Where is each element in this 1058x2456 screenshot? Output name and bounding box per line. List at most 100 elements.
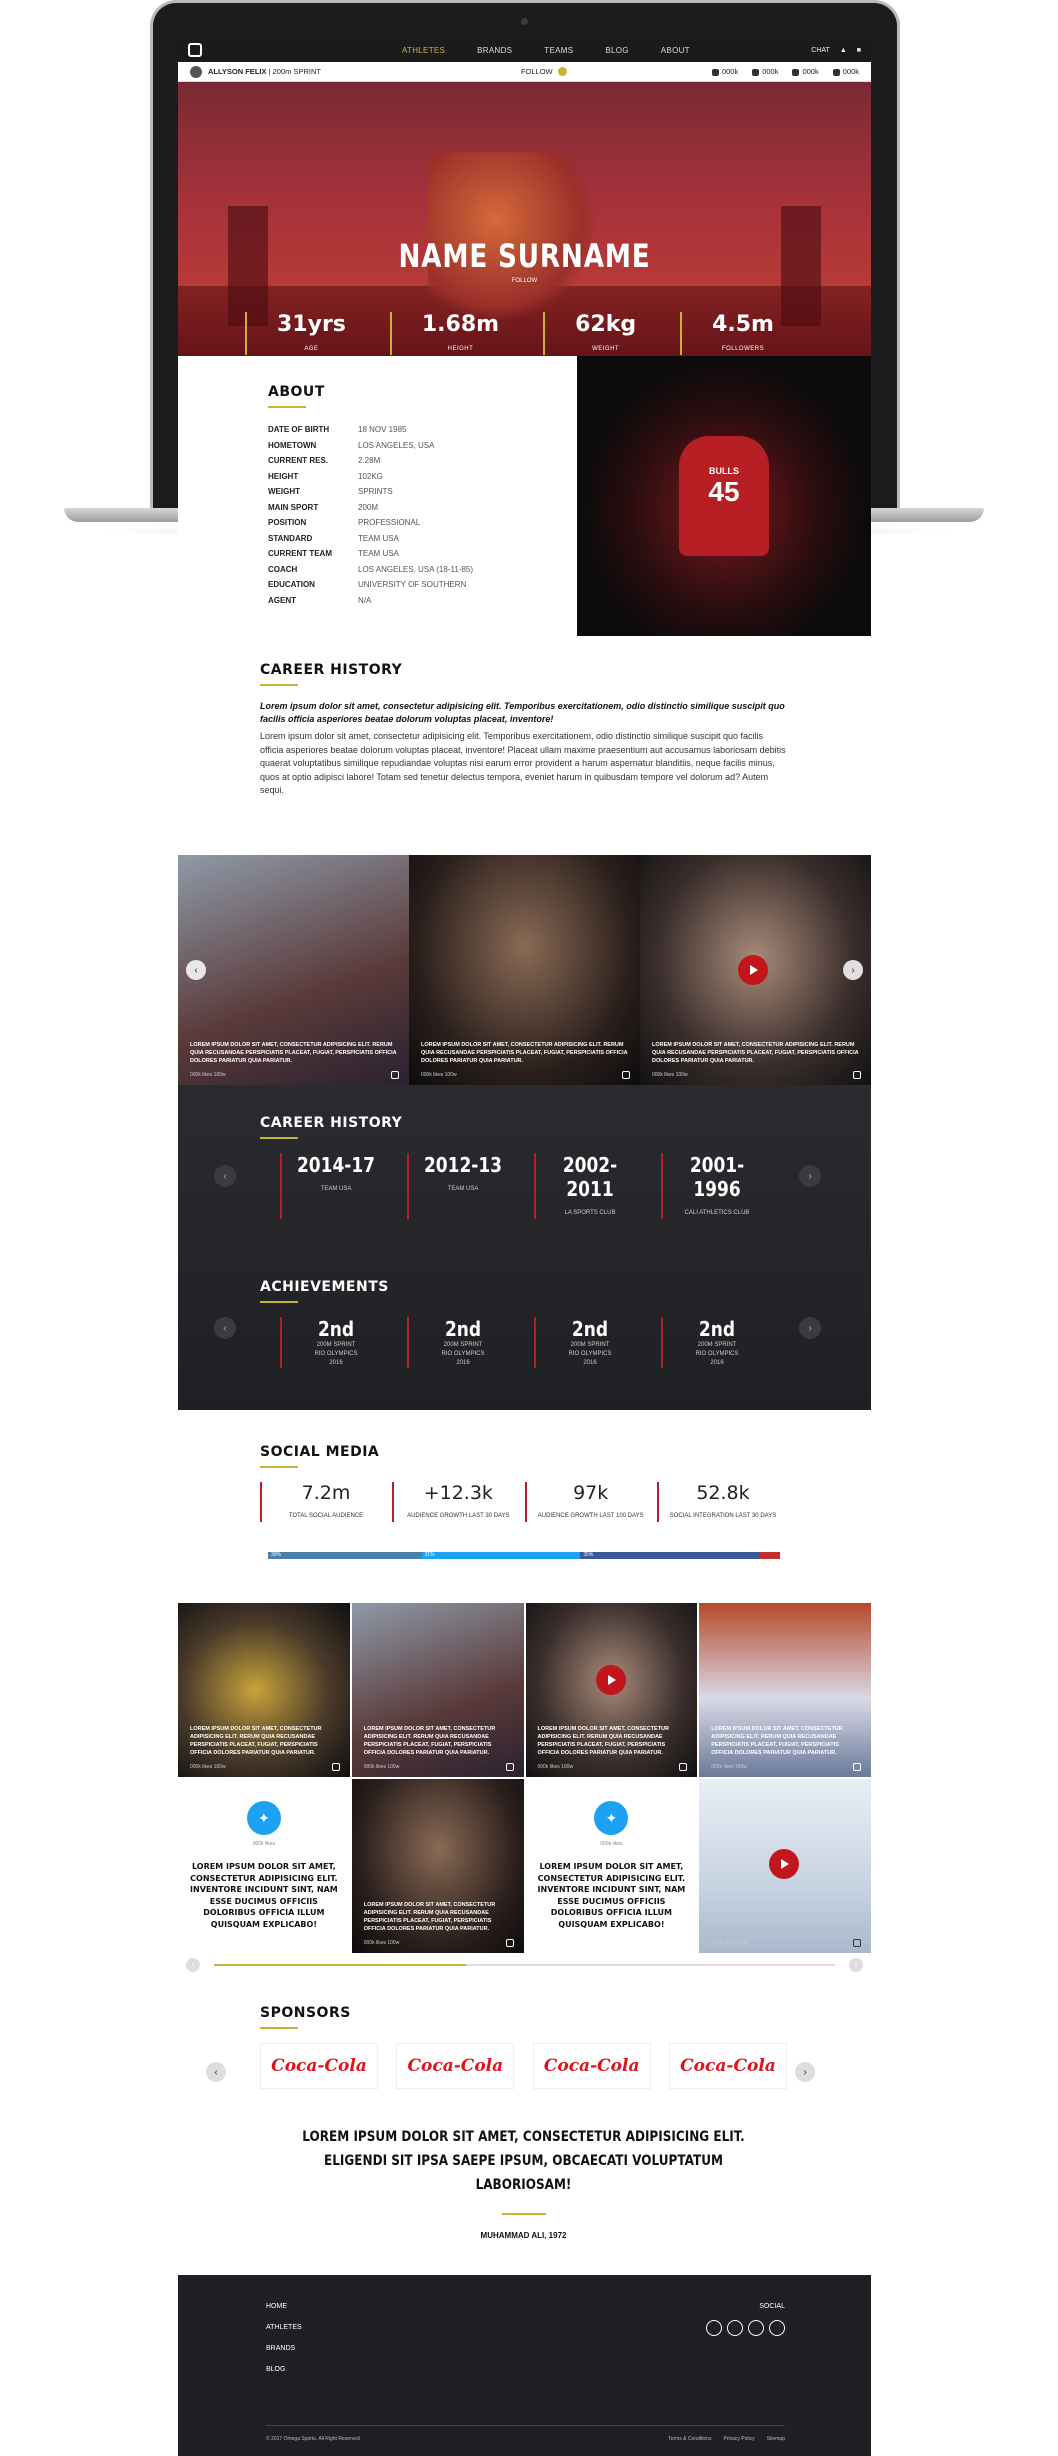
stat-value: 4.5m [712,312,774,337]
about-value: UNIVERSITY OF SOUTHERN [358,580,467,589]
tweet-card[interactable]: ✦ 000k likes LOREM IPSUM DOLOR SIT AMET,… [178,1779,350,1953]
athlete-name: ALLYSON FELIX [208,67,267,76]
timeline-next-button[interactable]: › [799,1165,821,1187]
timeline-item: 2012-13 TEAM USA [407,1153,517,1219]
about-row: DATE OF BIRTH 18 NOV 1985 [268,422,528,438]
social-stats: 7.2m TOTAL SOCIAL AUDIENCE +12.3k AUDIENCE… [260,1482,787,1522]
achievement-year: 2016 [456,1360,470,1366]
carousel-next-button[interactable]: › [843,960,863,980]
tile-meta: 000k likes 100w [421,1072,457,1078]
achievement-place: 2nd [571,1317,609,1341]
social-stat: 52.8k SOCIAL INTEGRATION LAST 30 DAYS [656,1482,787,1522]
chat-link[interactable]: CHAT [811,47,830,54]
nav-about[interactable]: ABOUT [661,46,690,55]
instagram-icon[interactable] [748,2320,764,2336]
facebook-count[interactable]: 000k [832,67,859,76]
stat-weight: 62kg WEIGHT [543,312,666,355]
achievements-next-button[interactable]: › [799,1317,821,1339]
achievement-event: 200M SPRINT [443,1342,483,1348]
sponsor-logo[interactable]: Coca-Cola [532,2043,651,2089]
achievement-place: 2nd [444,1317,482,1341]
feed-tile[interactable]: LOREM IPSUM DOLOR SIT AMET, CONSECTETUR … [699,1603,871,1777]
copyright: © 2017 Omega Sports. All Right Reserved [266,2436,360,2442]
about-key: AGENT [268,595,296,605]
sponsor-logo[interactable]: Coca-Cola [260,2043,378,2089]
feed-tile[interactable]: LOREM IPSUM DOLOR SIT AMET, CONSECTETUR … [525,1603,698,1777]
about-key: CURRENT TEAM [268,549,332,558]
bell-icon[interactable]: ▲ [840,47,847,54]
feed-tile[interactable]: 000k likes 100w [699,1779,871,1953]
footer-social-title: SOCIAL [759,2303,785,2310]
title-underline [260,2027,298,2029]
about-value: 102KG [358,471,383,481]
social-stat: +12.3k AUDIENCE GROWTH LAST 30 DAYS [392,1482,522,1522]
youtube-icon[interactable] [769,2320,785,2336]
youtube-icon [853,1939,861,1947]
facebook-icon[interactable] [727,2320,743,2336]
tile-meta: 000k likes 100w [711,1940,747,1946]
youtube-count[interactable]: 000k [711,67,738,76]
scroll-left-button[interactable]: ‹ [186,1958,200,1972]
about-value: 200M [358,502,379,512]
twitter-count[interactable]: 000k [792,67,819,76]
nav-blog[interactable]: BLOG [605,46,628,55]
play-video-icon[interactable] [738,955,768,985]
hero-stats: 31yrs AGE 1.68m HEIGHT 62kg WEIGHT 4.5m FOLL… [178,312,871,355]
sponsors-next-button[interactable]: › [795,2062,815,2082]
stat-height: 1.68m HEIGHT [389,312,529,355]
about-value: TEAM USA [358,549,399,558]
media-tile[interactable]: LOREM IPSUM DOLOR SIT AMET, CONSECTETUR … [640,855,871,1085]
scroll-right-button[interactable]: › [849,1958,863,1972]
career-title: CAREER HISTORY [260,662,403,678]
athlete-bar: ALLYSON FELIX | 200m SPRINT FOLLOW 000k … [178,62,871,82]
share-segment [759,1552,780,1559]
sponsor-logo[interactable]: Coca-Cola [396,2043,515,2089]
scroll-thumb[interactable] [214,1964,466,1966]
nav-teams[interactable]: TEAMS [544,46,573,55]
carousel-prev-button[interactable]: ‹ [186,960,206,980]
timeline-years: 2002-2011 [562,1153,618,1201]
about-value: 18 NOV 1985 [358,425,407,434]
tile-meta: 000k likes 100w [537,1764,574,1770]
social-stat-label: SOCIAL INTEGRATION LAST 30 DAYS [669,1513,777,1519]
achievements-prev-button[interactable]: ‹ [214,1317,236,1339]
achievement-competition: RIO OLYMPICS [695,1351,739,1357]
footer-link-blog[interactable]: BLOG [266,2366,787,2373]
site-logo[interactable] [188,43,202,57]
feed-tile[interactable]: LOREM IPSUM DOLOR SIT AMET, CONSECTETUR … [178,1603,350,1777]
footer-link-brands[interactable]: BRANDS [266,2345,787,2352]
achievement-year: 2016 [329,1360,343,1366]
share-segment: 30% [268,1552,422,1559]
feed-tile[interactable]: LOREM IPSUM DOLOR SIT AMET, CONSECTETUR … [351,1603,524,1777]
about-key: MAIN SPORT [268,502,319,512]
about-table: DATE OF BIRTH 18 NOV 1985 HOMETOWN LOS ANGE… [268,422,528,608]
quote-divider [501,2213,546,2215]
instagram-value: 000k [762,67,779,76]
twitter-icon[interactable] [706,2320,722,2336]
sponsors-prev-button[interactable]: ‹ [206,2062,226,2082]
feed-tile[interactable]: LOREM IPSUM DOLOR SIT AMET, CONSECTETUR … [351,1779,524,1953]
media-tile[interactable]: LOREM IPSUM DOLOR SIT AMET, CONSECTETUR … [178,855,409,1085]
instagram-count[interactable]: 000k [752,67,778,76]
about-row: WEIGHT SPRINTS [268,484,528,500]
social-counts: 000k 000k 000k 000k [711,67,859,76]
privacy-link[interactable]: Privacy Policy [724,2436,755,2442]
feed-scrollbar[interactable]: ‹ › [178,1955,871,1975]
sitemap-link[interactable]: Sitemap [767,2436,785,2442]
social-stat: 97k AUDIENCE GROWTH LAST 100 DAYS [524,1482,655,1522]
stat-label: FOLLOWERS [721,346,765,352]
media-tile[interactable]: LOREM IPSUM DOLOR SIT AMET, CONSECTETUR … [409,855,640,1085]
nav-brands[interactable]: BRANDS [477,46,512,55]
lock-icon[interactable]: ■ [857,47,861,54]
terms-link[interactable]: Terms & Conditions [668,2436,711,2442]
about-row: HOMETOWN LOS ANGELES, USA [268,438,528,454]
tweet-card[interactable]: ✦ 000k likes LOREM IPSUM DOLOR SIT AMET,… [525,1779,698,1953]
hero-follow-button[interactable]: FOLLOW [178,278,871,284]
follow-button[interactable]: FOLLOW [521,67,567,77]
sponsor-logo[interactable]: Coca-Cola [668,2043,787,2089]
nav-athletes[interactable]: ATHLETES [402,46,445,55]
timeline-prev-button[interactable]: ‹ [214,1165,236,1187]
quote-text: LOREM IPSUM DOLOR SIT AMET, CONSECTETUR … [302,2129,745,2193]
achievement-item: 2nd 200M SPRINT RIO OLYMPICS 2016 [280,1317,390,1368]
footer-social: SOCIAL [706,2303,785,2336]
